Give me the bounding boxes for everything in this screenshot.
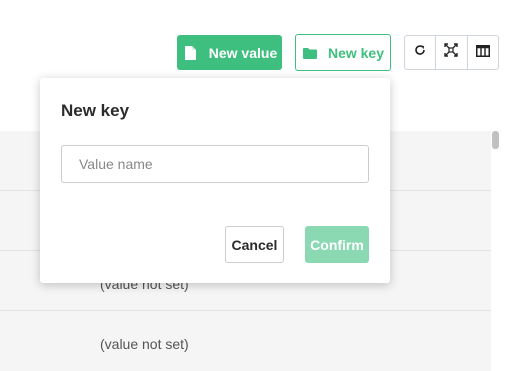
new-key-button[interactable]: New key bbox=[295, 34, 391, 71]
folder-icon bbox=[302, 45, 318, 61]
file-icon bbox=[182, 45, 198, 61]
expand-icon bbox=[444, 43, 459, 62]
value-name-input[interactable] bbox=[61, 145, 369, 183]
refresh-icon bbox=[413, 43, 427, 62]
columns-button[interactable] bbox=[466, 36, 498, 69]
registry-editor-view: New value New key (value not set) (value… bbox=[0, 0, 519, 371]
new-value-label: New value bbox=[208, 44, 278, 61]
scrollbar-thumb[interactable] bbox=[492, 131, 499, 149]
refresh-button[interactable] bbox=[405, 36, 435, 69]
new-value-button[interactable]: New value bbox=[177, 35, 282, 70]
columns-icon bbox=[475, 44, 490, 62]
confirm-button[interactable]: Confirm bbox=[305, 226, 369, 263]
expand-button[interactable] bbox=[435, 36, 466, 69]
table-row-value: (value not set) bbox=[100, 336, 189, 352]
view-controls bbox=[404, 35, 499, 70]
row-divider bbox=[0, 310, 491, 311]
new-key-dialog: New key Cancel Confirm bbox=[40, 78, 390, 283]
dialog-title: New key bbox=[61, 101, 130, 120]
new-key-label: New key bbox=[327, 44, 385, 61]
cancel-button[interactable]: Cancel bbox=[225, 226, 284, 263]
